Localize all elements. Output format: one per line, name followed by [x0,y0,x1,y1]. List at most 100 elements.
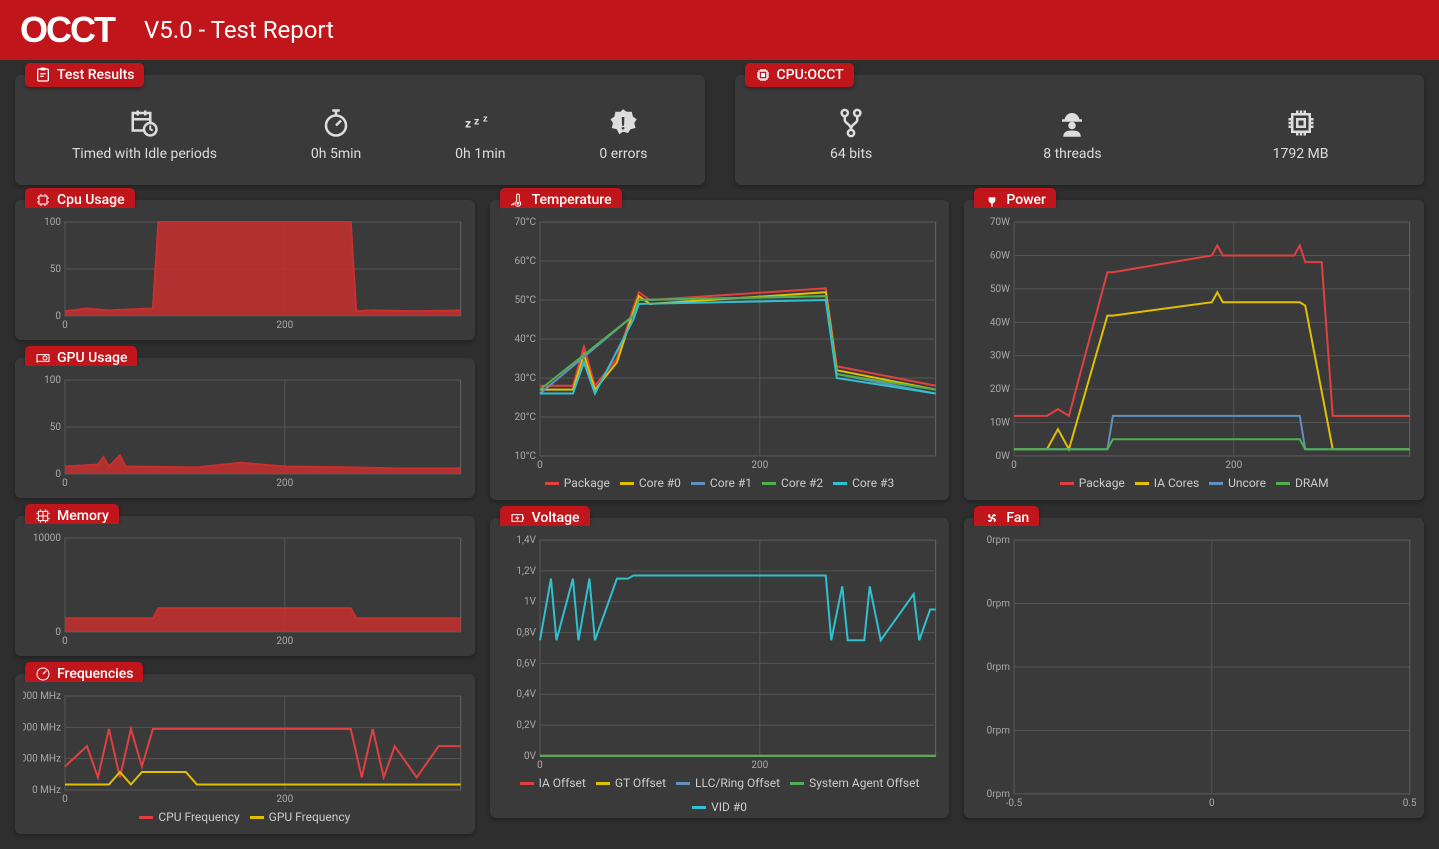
legend-item: VID #0 [692,800,747,814]
svg-text:1,2V: 1,2V [516,566,536,577]
legend-item: CPU Frequency [139,810,239,824]
svg-text:0: 0 [55,627,61,638]
svg-text:60W: 60W [990,250,1010,261]
cpu-icon [755,67,771,83]
svg-text:40W: 40W [990,317,1010,328]
stat-bits: 64 bits [830,108,872,162]
svg-text:0: 0 [537,460,543,471]
svg-text:0V: 0V [524,751,537,762]
chart-gpu-usage: GPU Usage 0501000200 [15,358,475,498]
svg-text:0.5: 0.5 [1403,798,1416,809]
svg-text:z: z [465,117,471,131]
svg-text:2000 MHz: 2000 MHz [23,754,61,765]
tag-cpu-occt: CPU:OCCT [745,63,854,87]
svg-text:20W: 20W [990,384,1010,395]
worker-icon [1057,108,1087,138]
chart-frequencies: Frequencies 0 MHz2000 MHz4000 MHz6000 MH… [15,674,475,834]
svg-text:200: 200 [751,760,768,771]
svg-text:0: 0 [62,478,68,489]
panel-test-results: Test Results Timed with Idle periods 0h … [15,75,705,185]
svg-text:0: 0 [537,760,543,771]
panel-cpu-occt: CPU:OCCT 64 bits 8 threads 1792 MB [735,75,1425,185]
chart-fan: Fan 0rpm0rpm0rpm0rpm0rpm-0.500.5 [964,518,1424,818]
svg-text:0rpm: 0rpm [987,535,1011,546]
svg-text:-0.5: -0.5 [1006,798,1023,809]
legend-item: DRAM [1276,476,1329,490]
svg-text:0: 0 [1012,460,1018,471]
svg-text:0rpm: 0rpm [987,725,1011,736]
legend-item: Core #2 [762,476,823,490]
svg-text:100: 100 [44,217,61,228]
legend-item: Core #1 [691,476,752,490]
svg-text:20°C: 20°C [514,412,536,423]
legend-item: IA Cores [1135,476,1199,490]
svg-text:50°C: 50°C [514,295,536,306]
svg-text:1,4V: 1,4V [516,535,536,546]
svg-text:0: 0 [62,320,68,331]
svg-text:0: 0 [55,469,61,480]
chart-power: Power 0W10W20W30W40W50W60W70W0200 Packag… [964,200,1424,500]
svg-text:0rpm: 0rpm [987,599,1011,610]
fan-icon [984,510,1000,526]
svg-text:1V: 1V [524,597,537,608]
clipboard-icon [35,67,51,83]
svg-text:200: 200 [276,636,293,647]
stat-errors: ! 0 errors [599,108,647,162]
error-badge-icon: ! [608,108,638,138]
tag-test-results: Test Results [25,63,144,87]
svg-text:50: 50 [50,264,62,275]
svg-text:30W: 30W [990,351,1010,362]
svg-text:60°C: 60°C [514,256,536,267]
svg-text:30°C: 30°C [514,373,536,384]
legend-item: System Agent Offset [790,776,919,790]
svg-text:200: 200 [276,320,293,331]
svg-text:0,6V: 0,6V [516,658,536,669]
svg-text:6000 MHz: 6000 MHz [23,691,61,702]
svg-text:200: 200 [751,460,768,471]
svg-text:0 MHz: 0 MHz [32,785,61,796]
svg-text:200: 200 [276,794,293,805]
legend-item: Core #3 [833,476,894,490]
svg-text:0W: 0W [996,451,1011,462]
svg-text:0,4V: 0,4V [516,689,536,700]
legend-item: IA Offset [520,776,586,790]
svg-text:10W: 10W [990,418,1010,429]
svg-text:70W: 70W [990,217,1010,228]
sleep-icon: zzz [465,108,495,138]
chart-cpu-usage: Cpu Usage 0501000200 [15,200,475,340]
svg-text:200: 200 [276,478,293,489]
legend-frequencies: CPU Frequency GPU Frequency [23,810,467,824]
legend-power: PackageIA CoresUncoreDRAM [972,476,1416,490]
legend-temperature: PackageCore #0Core #1Core #2Core #3 [498,476,942,490]
app-logo: OCCT [20,9,114,51]
thermometer-icon [510,192,526,208]
stat-timed: Timed with Idle periods [72,108,217,162]
stat-mb: 1792 MB [1273,108,1329,162]
stat-threads: 8 threads [1043,108,1101,162]
chart-temperature: Temperature 10°C20°C30°C40°C50°C60°C70°C… [490,200,950,500]
svg-text:100: 100 [44,375,61,386]
stat-duration: 0h 5min [311,108,361,162]
svg-text:!: ! [621,114,626,134]
svg-text:0: 0 [62,636,68,647]
app-header: OCCT V5.0 - Test Report [0,0,1439,60]
svg-text:0: 0 [62,794,68,805]
memory-icon [35,508,51,524]
gpu-icon [35,350,51,366]
legend-item: GPU Frequency [250,810,351,824]
chart-voltage: Voltage 0V0,2V0,4V0,6V0,8V1V1,2V1,4V0200… [490,518,950,818]
svg-text:70°C: 70°C [514,217,536,228]
svg-text:z: z [474,115,479,128]
stopwatch-icon [321,108,351,138]
content-area: Test Results Timed with Idle periods 0h … [0,60,1439,849]
svg-text:10°C: 10°C [514,451,536,462]
summary-row: Test Results Timed with Idle periods 0h … [15,75,1424,185]
svg-text:0: 0 [1209,798,1215,809]
svg-text:10000: 10000 [33,533,61,544]
battery-bolt-icon [510,510,526,526]
svg-text:0rpm: 0rpm [987,662,1011,673]
plug-icon [984,192,1000,208]
stat-idle: zzz 0h 1min [455,108,505,162]
calendar-clock-icon [129,108,159,138]
svg-text:0,2V: 0,2V [516,720,536,731]
